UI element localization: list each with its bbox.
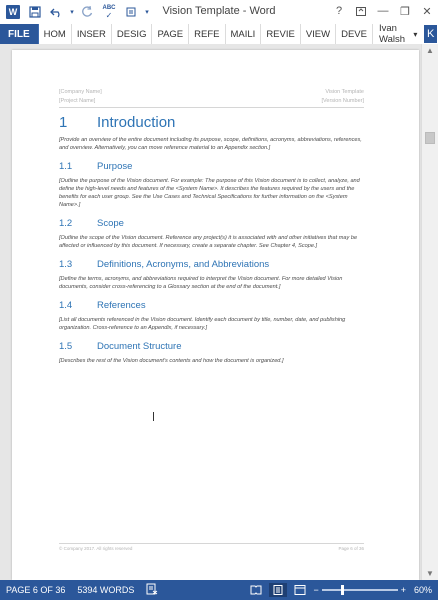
- view-buttons: [247, 583, 309, 597]
- purpose-paragraph: [Outline the purpose of the Vision docum…: [59, 178, 360, 208]
- tab-insert[interactable]: INSER: [71, 24, 112, 44]
- zoom-slider-thumb[interactable]: [341, 585, 345, 595]
- tab-file[interactable]: FILE: [0, 24, 39, 44]
- avatar[interactable]: K: [423, 24, 438, 44]
- window-controls: ? — ❐ ✕: [328, 0, 438, 22]
- document-page[interactable]: [Company Name] [Project Name] Vision Tem…: [12, 50, 419, 580]
- proofing-icon[interactable]: [140, 583, 164, 597]
- web-layout-icon[interactable]: [291, 583, 309, 597]
- page-indicator[interactable]: PAGE 6 OF 36: [0, 585, 71, 595]
- tab-page-layout[interactable]: PAGE: [152, 24, 190, 44]
- heading-text: Document Structure: [97, 341, 182, 352]
- header-project-name: [Project Name]: [59, 98, 96, 104]
- minimize-button[interactable]: —: [372, 0, 394, 22]
- footer-divider: [59, 543, 364, 544]
- tab-review[interactable]: REVIE: [261, 24, 301, 44]
- heading-number: 1.1: [59, 161, 73, 172]
- heading-purpose: 1.1 Purpose: [59, 161, 364, 172]
- references-paragraph: [List all documents referenced in the Vi…: [59, 317, 346, 331]
- heading-references: 1.4 References: [59, 300, 364, 311]
- text-cursor: [153, 412, 154, 421]
- heading-text: Purpose: [97, 161, 133, 172]
- page-body: 1 Introduction [Provide an overview of t…: [59, 114, 364, 365]
- heading-text: Definitions, Acronyms, and Abbreviations: [97, 259, 270, 270]
- tab-home[interactable]: HOM: [38, 24, 72, 44]
- heading-number: 1: [59, 114, 68, 131]
- heading-number: 1.5: [59, 341, 73, 352]
- page-header-left: [Company Name] [Project Name]: [59, 88, 102, 106]
- scroll-down-icon[interactable]: ▼: [426, 569, 434, 578]
- user-account[interactable]: Ivan Walsh ▾: [372, 23, 424, 45]
- quick-access-toolbar: W ▾ ABC ✓ ▾: [0, 0, 152, 24]
- restore-button[interactable]: ❐: [394, 0, 416, 22]
- heading-definitions: 1.3 Definitions, Acronyms, and Abbreviat…: [59, 259, 364, 270]
- chevron-down-icon: ▾: [413, 29, 418, 39]
- document-area: [Company Name] [Project Name] Vision Tem…: [0, 44, 438, 580]
- heading-number: 1.4: [59, 300, 73, 311]
- title-bar: W ▾ ABC ✓ ▾ Vision Template - Word ? — ❐ …: [0, 0, 438, 24]
- user-name: Ivan Walsh: [378, 23, 406, 45]
- word-count[interactable]: 5394 WORDS: [71, 585, 140, 595]
- ribbon-display-icon[interactable]: [350, 0, 372, 22]
- zoom-slider[interactable]: [321, 585, 398, 595]
- header-doc-title: Vision Template: [325, 89, 364, 95]
- header-version: [Version Number]: [321, 98, 365, 104]
- footer-copyright: © Company 2017. All rights reserved: [59, 546, 133, 551]
- heading-document-structure: 1.5 Document Structure: [59, 341, 364, 352]
- heading-number: 1.2: [59, 218, 73, 229]
- undo-dropdown-icon[interactable]: ▾: [68, 2, 76, 22]
- heading-text: Introduction: [97, 114, 176, 131]
- heading-text: References: [97, 300, 146, 311]
- zoom-in-button[interactable]: +: [401, 585, 406, 595]
- header-company-name: [Company Name]: [59, 89, 102, 95]
- spelling-icon[interactable]: ABC ✓: [98, 2, 120, 22]
- header-divider: [59, 107, 364, 108]
- tab-view[interactable]: VIEW: [300, 24, 337, 44]
- zoom-control: − +: [313, 585, 406, 595]
- more-icon[interactable]: [120, 2, 142, 22]
- status-bar: PAGE 6 OF 36 5394 WORDS − + 60%: [0, 580, 438, 600]
- intro-paragraph: [Provide an overview of the entire docum…: [59, 137, 362, 151]
- footer-page-number: Page 6 of 36: [338, 546, 364, 551]
- tab-mailings[interactable]: MAILI: [225, 24, 262, 44]
- scroll-up-icon[interactable]: ▲: [426, 46, 434, 55]
- document-structure-paragraph: [Describes the rest of the Vision docume…: [59, 358, 284, 364]
- heading-introduction: 1 Introduction: [59, 114, 364, 131]
- tab-design[interactable]: DESIG: [111, 24, 153, 44]
- ribbon-tabs: FILE HOM INSER DESIG PAGE REFE MAILI REV…: [0, 23, 438, 45]
- vertical-scrollbar[interactable]: ▲ ▼: [421, 44, 438, 580]
- heading-scope: 1.2 Scope: [59, 218, 364, 229]
- scrollbar-thumb[interactable]: [425, 132, 435, 144]
- zoom-level[interactable]: 60%: [410, 585, 438, 595]
- print-layout-icon[interactable]: [269, 583, 288, 597]
- word-app-icon[interactable]: W: [6, 5, 20, 19]
- redo-icon[interactable]: [76, 2, 98, 22]
- zoom-out-button[interactable]: −: [313, 585, 318, 595]
- tab-developer[interactable]: DEVE: [336, 24, 373, 44]
- page-header-right: Vision Template [Version Number]: [322, 88, 365, 106]
- undo-icon[interactable]: [46, 2, 68, 22]
- close-button[interactable]: ✕: [416, 0, 438, 22]
- scope-paragraph: [Outline the scope of the Vision documen…: [59, 235, 358, 249]
- read-mode-icon[interactable]: [247, 583, 265, 597]
- help-button[interactable]: ?: [328, 0, 350, 22]
- tab-references[interactable]: REFE: [189, 24, 226, 44]
- save-icon[interactable]: [24, 2, 46, 22]
- heading-number: 1.3: [59, 259, 73, 270]
- definitions-paragraph: [Define the terms, acronyms, and abbrevi…: [59, 276, 343, 290]
- heading-text: Scope: [97, 218, 124, 229]
- customize-qat-icon[interactable]: ▾: [142, 2, 152, 22]
